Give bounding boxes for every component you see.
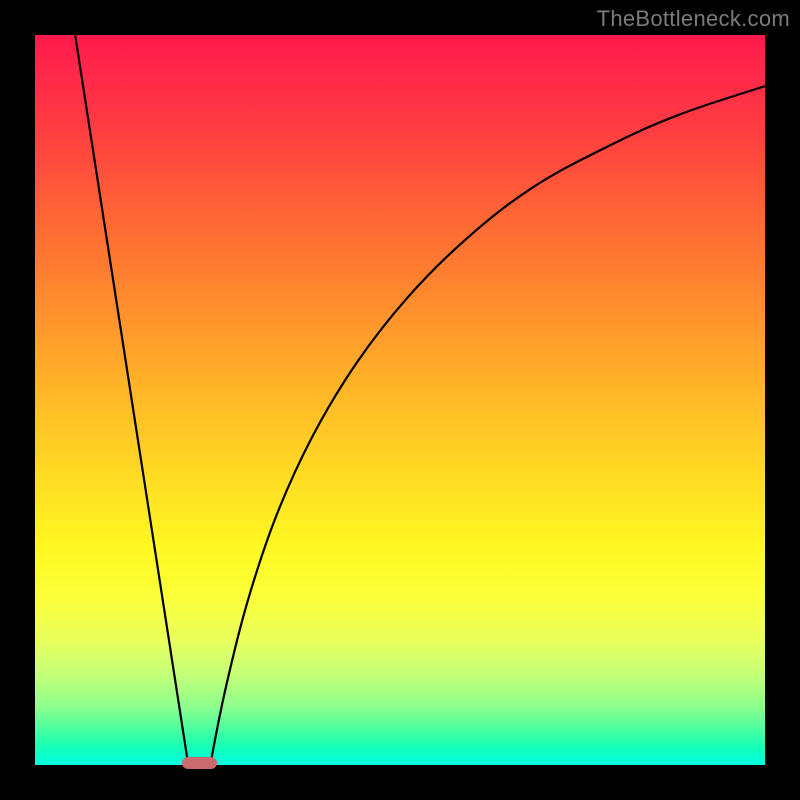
chart-svg (0, 0, 800, 800)
bottleneck-curve (75, 35, 765, 765)
chart-frame: TheBottleneck.com (0, 0, 800, 800)
minimum-marker-pill (182, 757, 217, 769)
